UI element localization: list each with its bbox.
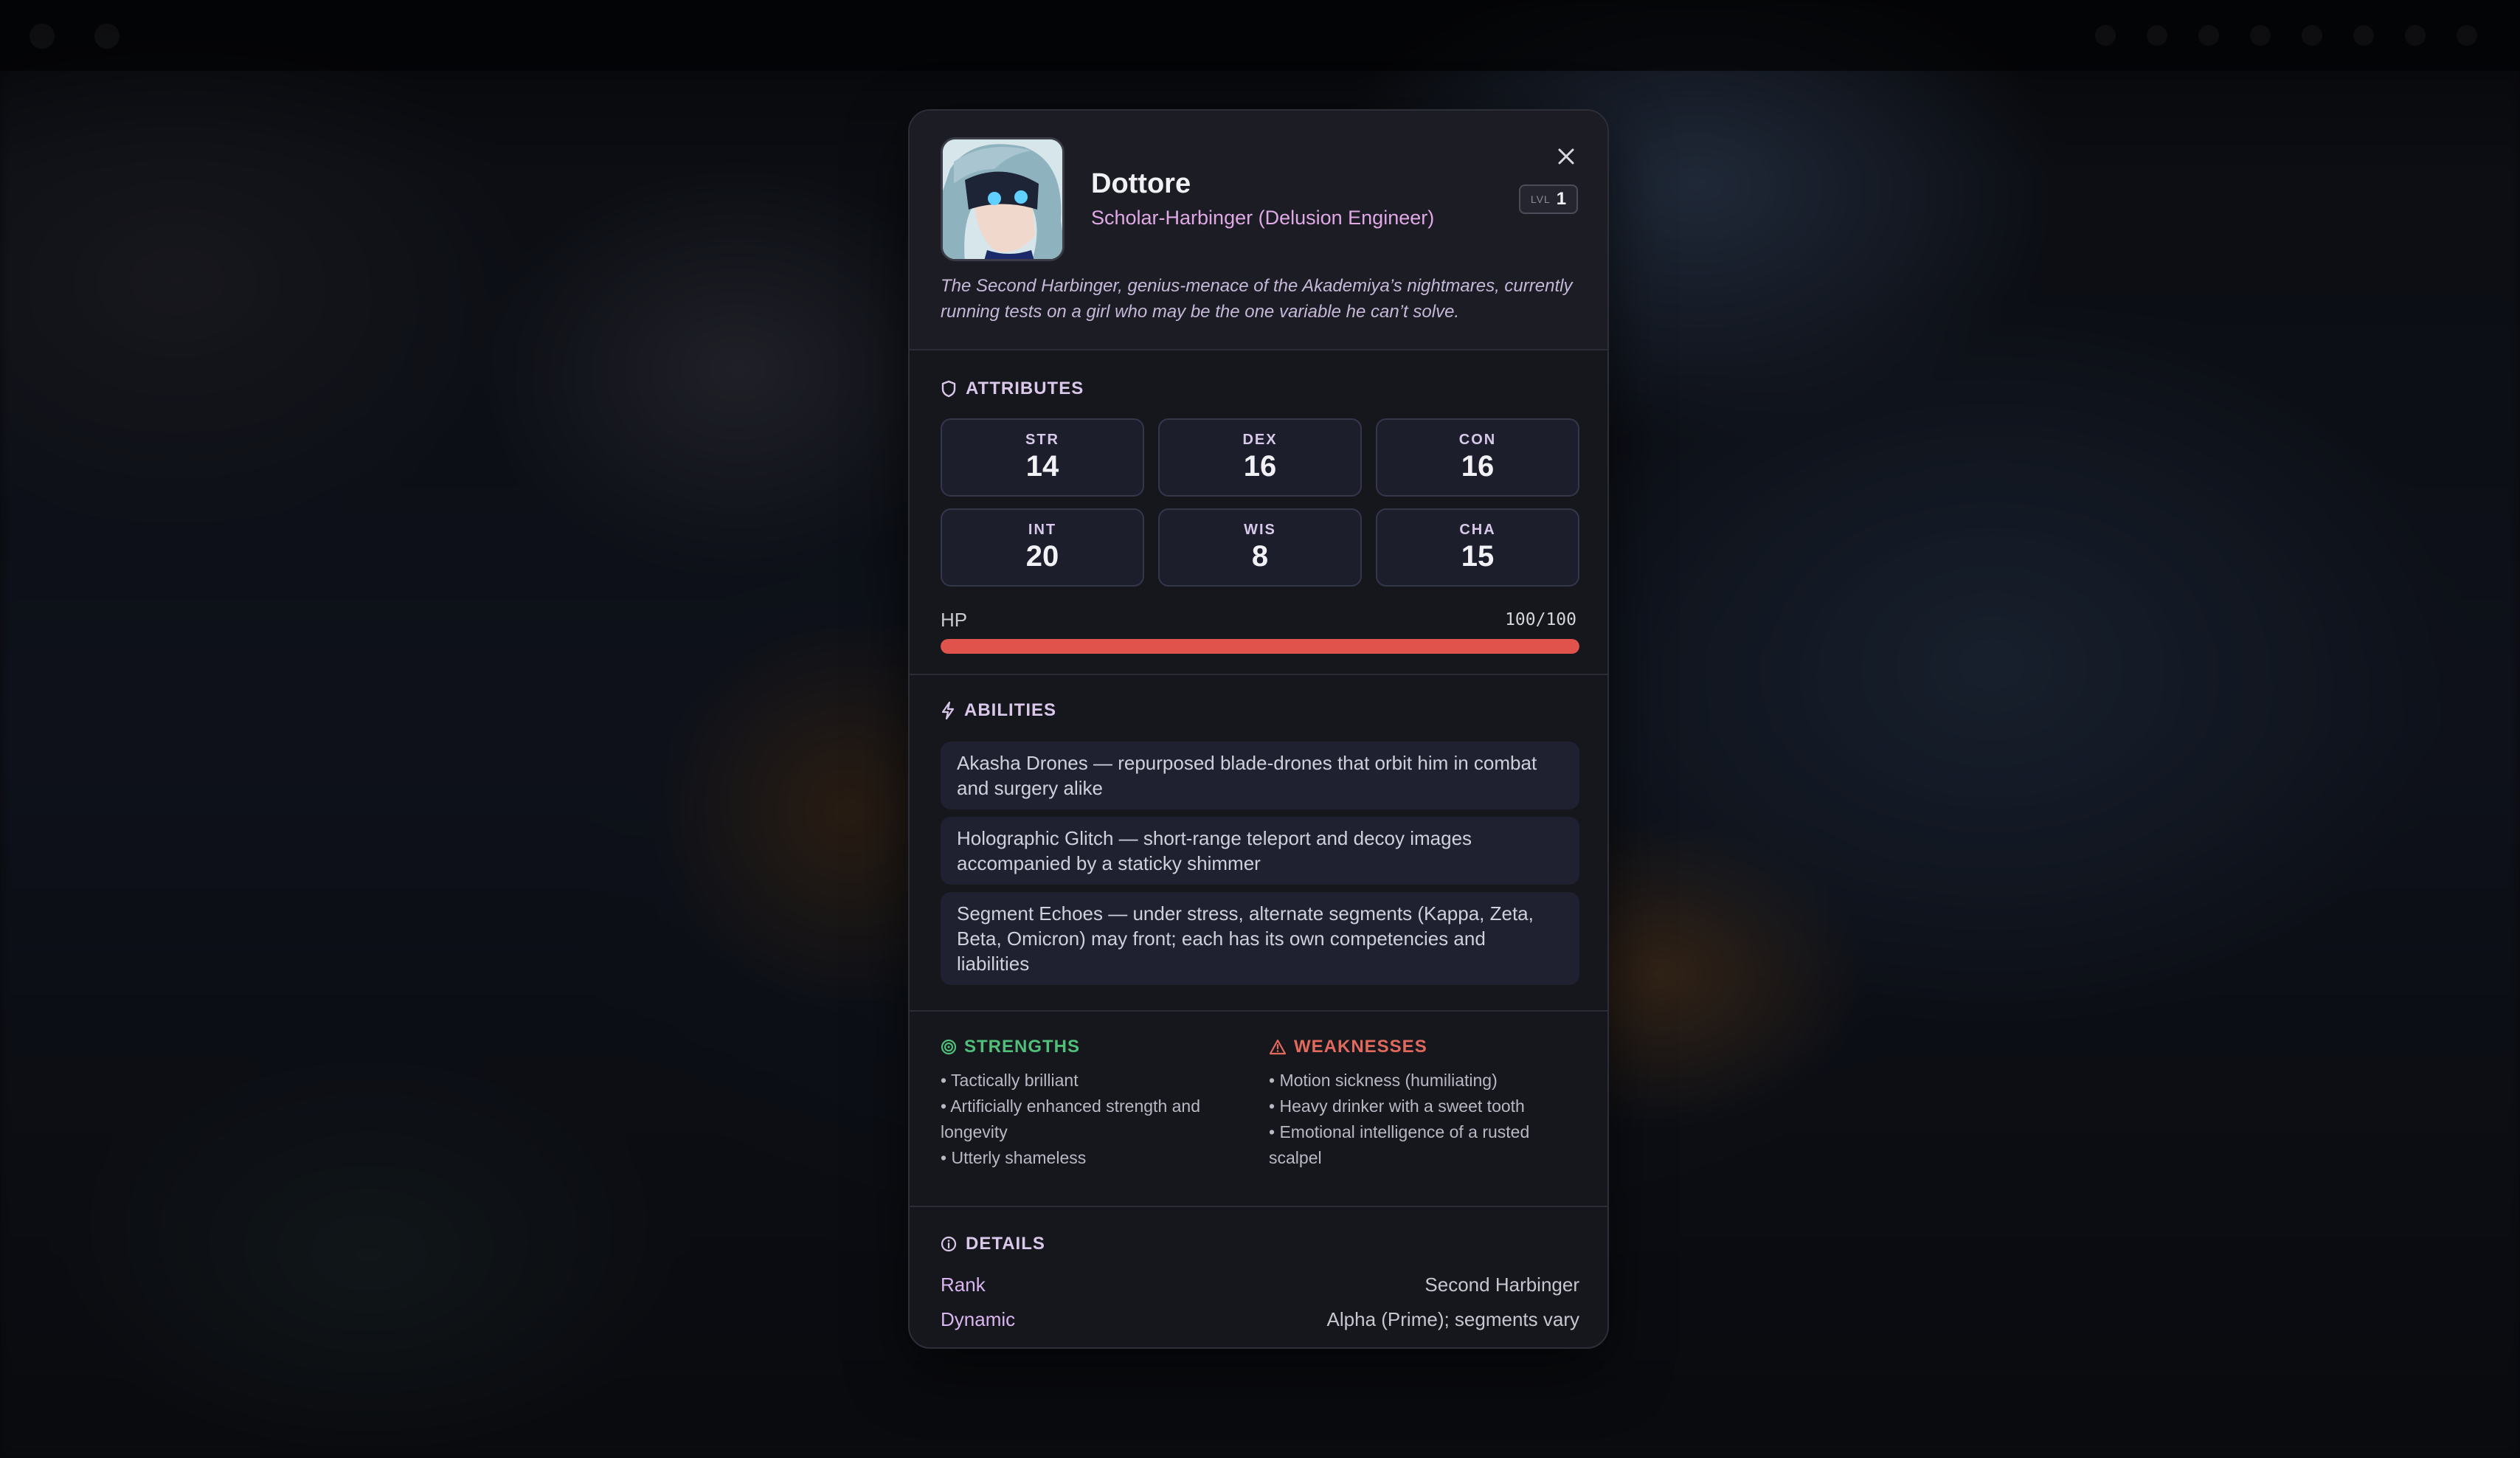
stat-wis: WIS 8: [1158, 508, 1362, 587]
stat-label: DEX: [1242, 432, 1278, 448]
stat-value: 15: [1461, 540, 1495, 573]
close-button[interactable]: [1548, 139, 1584, 174]
weaknesses-list: Motion sickness (humiliating) Heavy drin…: [1269, 1068, 1579, 1171]
abilities-title: ABILITIES: [964, 700, 1057, 720]
level-badge: LVL 1: [1519, 184, 1578, 214]
weakness-item: Heavy drinker with a sweet tooth: [1269, 1094, 1579, 1119]
hp-value: 100/100: [1505, 610, 1576, 629]
lightning-icon: [941, 701, 955, 720]
detail-value: Alpha (Prime); segments vary: [1326, 1308, 1579, 1330]
stat-label: WIS: [1244, 522, 1276, 538]
attributes-title: ATTRIBUTES: [966, 379, 1084, 398]
shield-icon: [941, 380, 956, 398]
character-header: Dottore Scholar-Harbinger (Delusion Engi…: [910, 111, 1607, 350]
character-name: Dottore: [1091, 168, 1191, 199]
weakness-item: Motion sickness (humiliating): [1269, 1068, 1579, 1094]
stat-value: 14: [1025, 450, 1059, 483]
hp-bar: [941, 639, 1579, 654]
stat-label: INT: [1028, 522, 1057, 538]
strengths-weaknesses-section: STRENGTHS Tactically brilliant Artificia…: [910, 1012, 1607, 1207]
stat-int: INT 20: [941, 508, 1144, 587]
stat-con: CON 16: [1376, 418, 1579, 497]
stat-str: STR 14: [941, 418, 1144, 497]
stat-dex: DEX 16: [1158, 418, 1362, 497]
hp-label: HP: [941, 609, 968, 631]
strength-item: Utterly shameless: [941, 1145, 1250, 1171]
character-tagline: The Second Harbinger, genius-menace of t…: [941, 276, 1573, 322]
detail-row-dynamic: Dynamic Alpha (Prime); segments vary: [941, 1308, 1579, 1331]
strengths-heading: STRENGTHS: [941, 1037, 1250, 1057]
abilities-section: ABILITIES Akasha Drones — repurposed bla…: [910, 675, 1607, 1012]
detail-key: Rank: [941, 1274, 986, 1296]
detail-value: Second Harbinger: [1425, 1274, 1579, 1296]
strengths-column: STRENGTHS Tactically brilliant Artificia…: [941, 1037, 1250, 1171]
ability-item: Segment Echoes — under stress, alternate…: [941, 892, 1579, 985]
hp-bar-fill: [941, 639, 1579, 654]
level-label: LVL: [1530, 193, 1551, 205]
strengths-title: STRENGTHS: [964, 1037, 1081, 1057]
strength-item: Artificially enhanced strength and longe…: [941, 1094, 1250, 1145]
stat-value: 16: [1461, 450, 1495, 483]
details-heading: DETAILS: [941, 1234, 1045, 1254]
detail-row-rank: Rank Second Harbinger: [941, 1274, 1579, 1296]
attributes-section: ATTRIBUTES STR 14 DEX 16 CON 16 INT 20 W…: [910, 350, 1607, 675]
level-value: 1: [1556, 189, 1567, 209]
ability-list: Akasha Drones — repurposed blade-drones …: [941, 742, 1579, 992]
weaknesses-title: WEAKNESSES: [1294, 1037, 1427, 1057]
info-icon: [941, 1236, 957, 1252]
warning-icon: [1269, 1039, 1287, 1055]
ability-item: Akasha Drones — repurposed blade-drones …: [941, 742, 1579, 809]
stat-value: 20: [1025, 540, 1059, 573]
stat-value: 16: [1243, 450, 1277, 483]
stat-grid: STR 14 DEX 16 CON 16 INT 20 WIS 8 CHA 15: [941, 418, 1579, 587]
character-class: Scholar-Harbinger (Delusion Engineer): [1091, 207, 1435, 229]
character-card-modal: Dottore Scholar-Harbinger (Delusion Engi…: [908, 109, 1609, 1349]
weaknesses-heading: WEAKNESSES: [1269, 1037, 1579, 1057]
weakness-item: Emotional intelligence of a rusted scalp…: [1269, 1119, 1579, 1171]
detail-key: Dynamic: [941, 1308, 1016, 1330]
stat-value: 8: [1251, 540, 1269, 573]
details-title: DETAILS: [966, 1234, 1045, 1254]
stat-label: CON: [1458, 432, 1497, 448]
close-icon: [1558, 148, 1574, 165]
stat-label: CHA: [1459, 522, 1496, 538]
ability-item: Holographic Glitch — short-range telepor…: [941, 817, 1579, 885]
target-icon: [941, 1039, 957, 1055]
abilities-heading: ABILITIES: [941, 700, 1056, 721]
attributes-heading: ATTRIBUTES: [941, 379, 1084, 399]
details-section: DETAILS Rank Second Harbinger Dynamic Al…: [910, 1207, 1607, 1347]
stat-label: STR: [1025, 432, 1059, 448]
stat-cha: CHA 15: [1376, 508, 1579, 587]
strength-item: Tactically brilliant: [941, 1068, 1250, 1094]
character-portrait: [941, 137, 1065, 261]
weaknesses-column: WEAKNESSES Motion sickness (humiliating)…: [1269, 1037, 1579, 1171]
strengths-list: Tactically brilliant Artificially enhanc…: [941, 1068, 1250, 1171]
